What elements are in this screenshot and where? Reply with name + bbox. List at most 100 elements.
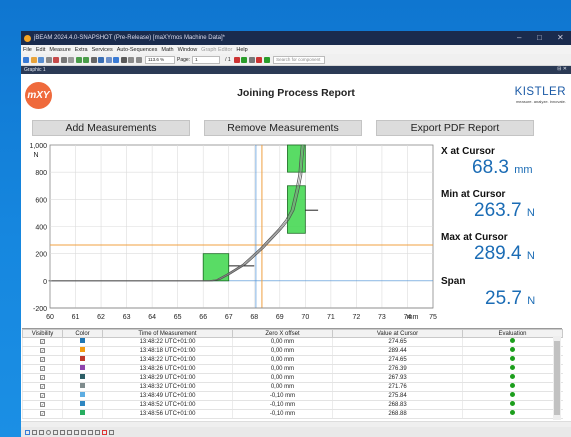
offset-cell: 0,00 mm <box>232 382 333 392</box>
visibility-cell[interactable]: ✓ <box>22 391 63 401</box>
visibility-checkbox[interactable]: ✓ <box>40 383 45 389</box>
menu-item-edit[interactable]: Edit <box>36 47 45 53</box>
table-row[interactable]: ✓ 13:48:22 UTC+01:00 0,00 mm 274.65 <box>22 337 563 347</box>
scrollbar-thumb[interactable] <box>554 341 560 415</box>
visibility-checkbox[interactable]: ✓ <box>40 338 45 344</box>
save-icon[interactable] <box>38 56 44 63</box>
menu-item-math[interactable]: Math <box>161 47 173 53</box>
force-displacement-chart[interactable]: 60 61 62 63 64 65 66 67 68 69 70 71 72 73 74 75-2000200… <box>21 138 446 358</box>
panel-close-icon[interactable]: ⊟ ✕ <box>557 66 567 72</box>
visibility-checkbox[interactable]: ✓ <box>40 374 45 380</box>
visibility-cell[interactable]: ✓ <box>22 364 63 374</box>
zoom-field[interactable]: 113.6 % <box>145 55 175 64</box>
zoom-in-icon[interactable] <box>135 56 142 63</box>
open-icon[interactable] <box>30 56 37 63</box>
evaluation-cell <box>462 355 563 365</box>
column-header[interactable]: Evaluation <box>462 329 563 338</box>
add-measurements-button[interactable]: Add Measurements <box>32 120 190 136</box>
zoom-out-icon[interactable] <box>128 56 134 63</box>
select-tool-icon[interactable] <box>25 429 30 435</box>
close-icon[interactable]: ✕ <box>557 33 564 42</box>
line-tool-icon[interactable] <box>32 429 37 435</box>
menu-item-help[interactable]: Help <box>236 47 247 53</box>
column-header[interactable]: Color <box>62 329 103 338</box>
menu-item-extra[interactable]: Extra <box>75 47 88 53</box>
ellipse-tool-icon[interactable] <box>46 429 51 435</box>
record-icon[interactable] <box>256 56 263 63</box>
visibility-cell[interactable]: ✓ <box>22 409 63 419</box>
grid-icon[interactable] <box>113 56 119 63</box>
table-row[interactable]: ✓ 13:48:56 UTC+01:00 -0,10 mm 268.88 <box>22 409 563 419</box>
chart-icon[interactable] <box>98 56 104 63</box>
time-cell: 13:48:49 UTC+01:00 <box>102 391 233 401</box>
visibility-checkbox[interactable]: ✓ <box>40 356 45 362</box>
time-cell: 13:48:22 UTC+01:00 <box>102 337 233 347</box>
search-input[interactable]: Search for component <box>273 55 326 64</box>
table-row[interactable]: ✓ 13:48:29 UTC+01:00 0,00 mm 267.93 <box>22 373 563 383</box>
column-header[interactable]: Zero X offset <box>232 329 333 338</box>
export-pdf-button[interactable]: Export PDF Report <box>376 120 534 136</box>
eraser-tool-icon[interactable] <box>109 429 114 435</box>
table-row[interactable]: ✓ 13:48:49 UTC+01:00 -0,10 mm 275.84 <box>22 391 563 401</box>
undo-icon[interactable] <box>75 56 82 63</box>
visibility-cell[interactable]: ✓ <box>22 346 63 356</box>
minimize-icon[interactable]: – <box>517 33 521 42</box>
x-tick-label: 61 <box>72 314 80 321</box>
visibility-cell[interactable]: ✓ <box>22 373 63 383</box>
polygon-tool-icon[interactable] <box>53 429 58 435</box>
column-header[interactable]: Time of Measurement <box>102 329 233 338</box>
menu-item-file[interactable]: File <box>23 47 32 53</box>
table-tool-icon[interactable] <box>67 429 72 435</box>
table-row[interactable]: ✓ 13:48:26 UTC+01:00 0,00 mm 276.39 <box>22 364 563 374</box>
settings-icon[interactable] <box>248 56 255 63</box>
image-tool-icon[interactable] <box>74 429 79 435</box>
visibility-checkbox[interactable]: ✓ <box>40 401 45 407</box>
table-vertical-scrollbar[interactable] <box>553 336 561 420</box>
page-field[interactable]: 1 <box>192 55 221 64</box>
color-cell <box>62 373 103 383</box>
visibility-checkbox[interactable]: ✓ <box>40 392 45 398</box>
visibility-cell[interactable]: ✓ <box>22 400 63 410</box>
menu-bar: File Edit Measure Extra Services Auto-Sequenc… <box>21 45 571 54</box>
table-row[interactable]: ✓ 13:48:18 UTC+01:00 0,00 mm 289.44 <box>22 346 563 356</box>
align-icon[interactable] <box>120 56 127 63</box>
evaluation-cell <box>462 382 563 392</box>
visibility-checkbox[interactable]: ✓ <box>40 365 45 371</box>
cut-icon[interactable] <box>53 56 59 63</box>
run-icon[interactable] <box>241 56 248 63</box>
color-swatch <box>80 401 85 406</box>
omega-icon[interactable] <box>90 56 97 63</box>
column-header[interactable]: Value at Cursor <box>332 329 463 338</box>
redo-icon[interactable] <box>83 56 89 63</box>
menu-item-auto-sequences[interactable]: Auto-Sequences <box>117 47 158 53</box>
visibility-cell[interactable]: ✓ <box>22 382 63 392</box>
paste-icon[interactable] <box>68 56 74 63</box>
group-tool-icon[interactable] <box>88 429 93 435</box>
stop-icon[interactable] <box>233 56 240 63</box>
copy-icon[interactable] <box>60 56 67 63</box>
text-tool-icon[interactable] <box>60 429 65 435</box>
visibility-checkbox[interactable]: ✓ <box>40 410 45 416</box>
pencil-tool-icon[interactable] <box>102 429 107 435</box>
column-header[interactable]: Visibility <box>22 329 63 338</box>
new-icon[interactable] <box>23 56 29 63</box>
table-icon[interactable] <box>105 56 112 63</box>
chart-tool-icon[interactable] <box>81 429 86 435</box>
menu-item-window[interactable]: Window <box>178 47 198 53</box>
table-row[interactable]: ✓ 13:48:32 UTC+01:00 0,00 mm 271.76 <box>22 382 563 392</box>
menu-item-services[interactable]: Services <box>92 47 113 53</box>
table-row[interactable]: ✓ 13:48:22 UTC+01:00 0,00 mm 274.65 <box>22 355 563 365</box>
graphic-tab[interactable]: Graphic 1 <box>24 67 46 73</box>
visibility-checkbox[interactable]: ✓ <box>40 347 45 353</box>
color-cell <box>62 355 103 365</box>
rect-tool-icon[interactable] <box>39 429 44 435</box>
visibility-cell[interactable]: ✓ <box>22 337 63 347</box>
layer-tool-icon[interactable] <box>95 429 100 435</box>
remove-measurements-button[interactable]: Remove Measurements <box>204 120 362 136</box>
menu-item-measure[interactable]: Measure <box>49 47 70 53</box>
print-icon[interactable] <box>45 56 52 63</box>
visibility-cell[interactable]: ✓ <box>22 355 63 365</box>
x-tick-label: 73 <box>378 314 386 321</box>
table-row[interactable]: ✓ 13:48:52 UTC+01:00 -0,10 mm 268.83 <box>22 400 563 410</box>
maximize-icon[interactable]: □ <box>537 33 542 42</box>
